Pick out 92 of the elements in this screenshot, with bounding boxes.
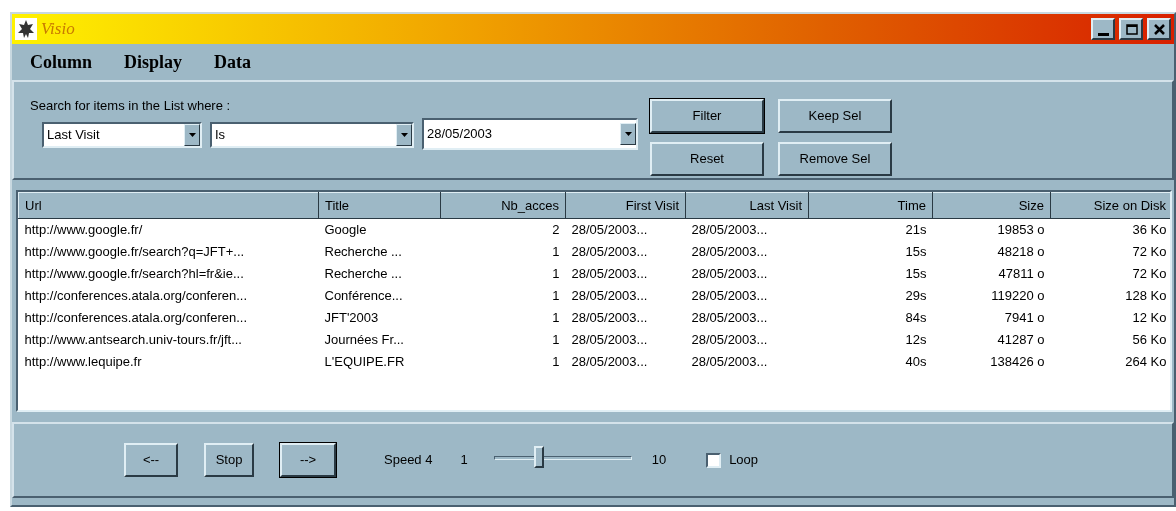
speed-label: Speed 4 xyxy=(384,451,433,470)
table-cell-text: 1 xyxy=(551,352,561,371)
table-cell-text: 48218 o xyxy=(996,242,1046,261)
table-cell-text: 128 Ko xyxy=(1124,286,1168,305)
table-cell-text: 41287 o xyxy=(996,330,1046,349)
table-cell-text: Conférence... xyxy=(323,286,404,305)
nav-button[interactable]: <-- xyxy=(124,443,178,477)
table-cell-text: http://www.google.fr/search?hl=fr&ie... xyxy=(23,264,245,283)
table-cell: 2 xyxy=(440,218,566,241)
table-cell: http://www.google.fr/ xyxy=(18,218,319,241)
column-header[interactable]: Size on Disk xyxy=(1050,192,1170,219)
table-cell-text: 28/05/2003... xyxy=(570,330,649,349)
maximize-icon xyxy=(1123,21,1139,37)
table-cell-text: 28/05/2003... xyxy=(690,264,769,283)
table-cell-text: 72 Ko xyxy=(1131,242,1168,261)
app-icon xyxy=(15,18,37,40)
value-dropdown[interactable]: 28/05/2003 xyxy=(422,117,638,150)
table-cell-text: 12s xyxy=(904,330,928,349)
table-cell-text: 28/05/2003... xyxy=(690,330,769,349)
table-cell-text: 28/05/2003... xyxy=(570,242,649,261)
close-button[interactable] xyxy=(1147,18,1171,40)
column-header[interactable]: Time xyxy=(808,192,933,219)
action-button[interactable]: Remove Sel xyxy=(778,141,892,176)
column-header[interactable]: Title xyxy=(318,192,441,219)
menu-item[interactable]: Display xyxy=(124,48,183,76)
table-cell-text: 28/05/2003... xyxy=(690,286,769,305)
table-cell-text: 29s xyxy=(904,286,928,305)
table-cell-text: 1 xyxy=(551,242,561,261)
table-cell-text: 84s xyxy=(904,308,928,327)
table-cell-text: 28/05/2003... xyxy=(690,352,769,371)
table-cell-text: 12 Ko xyxy=(1131,308,1168,327)
column-header[interactable]: Url xyxy=(18,192,319,219)
column-header[interactable]: First Visit xyxy=(565,192,686,219)
column-header[interactable]: Size xyxy=(932,192,1051,219)
table-cell-text: 28/05/2003... xyxy=(690,242,769,261)
table-cell: 21s xyxy=(808,218,933,241)
table-cell-text: 7941 o xyxy=(1003,308,1046,327)
maximize-button[interactable] xyxy=(1119,18,1143,40)
window-title: Visio xyxy=(41,18,75,41)
table-cell-text: JFT'2003 xyxy=(323,308,380,327)
table-cell: 28/05/2003... xyxy=(565,218,686,241)
loop-checkbox[interactable] xyxy=(706,452,722,468)
nav-button[interactable]: Stop xyxy=(204,443,254,477)
table-cell-text: 15s xyxy=(904,242,928,261)
table-cell-text: 1 xyxy=(551,330,561,349)
slider-min-label: 1 xyxy=(460,451,468,470)
action-button[interactable]: Keep Sel xyxy=(778,99,892,133)
table-cell-text: Journées Fr... xyxy=(323,330,405,349)
table-cell-text: 28/05/2003... xyxy=(570,352,649,371)
table-cell-text: 28/05/2003... xyxy=(690,308,769,327)
table-cell-text: 1 xyxy=(551,264,561,283)
table-cell: 19853 o xyxy=(932,218,1051,241)
table-cell-text: 138426 o xyxy=(989,352,1046,371)
table-cell-text: http://www.google.fr/search?q=JFT+... xyxy=(23,242,246,261)
table-cell-text: 15s xyxy=(904,264,928,283)
table-cell-text: 264 Ko xyxy=(1124,352,1168,371)
table-cell-text: http://conferences.atala.org/conferen... xyxy=(23,308,249,327)
table-cell-text: http://www.lequipe.fr xyxy=(23,352,143,371)
table-cell-text: 47811 o xyxy=(997,264,1046,283)
table-cell-text: Recherche ... xyxy=(323,264,403,283)
search-label: Search for items in the List where : xyxy=(30,97,232,115)
nav-button[interactable]: --> xyxy=(280,443,336,477)
table-cell-text: http://conferences.atala.org/conferen... xyxy=(23,286,249,305)
slider-max-label: 10 xyxy=(651,451,667,470)
table-cell: 28/05/2003... xyxy=(685,218,809,241)
menu-item[interactable]: Data xyxy=(214,48,252,76)
menu-item[interactable]: Column xyxy=(30,48,92,76)
operator-dropdown[interactable]: Is xyxy=(210,121,414,148)
table-cell-text: 40s xyxy=(904,352,928,371)
table-cell-text: 28/05/2003... xyxy=(570,308,649,327)
table-cell-text: 28/05/2003... xyxy=(570,286,649,305)
table-cell-text: 1 xyxy=(551,308,561,327)
table-cell-text: 28/05/2003... xyxy=(570,264,649,283)
table-cell-text: 56 Ko xyxy=(1131,330,1168,349)
loop-label: Loop xyxy=(729,451,759,470)
minimize-button[interactable] xyxy=(1091,18,1115,40)
table-cell: Google xyxy=(318,218,441,241)
column-header[interactable]: Last Visit xyxy=(685,192,809,219)
table-cell-text: Recherche ... xyxy=(323,242,403,261)
table-cell-text: 119220 o xyxy=(990,286,1046,305)
field-dropdown[interactable]: Last Visit xyxy=(42,121,202,148)
table-cell: 36 Ko xyxy=(1050,218,1170,241)
table-cell-text: 72 Ko xyxy=(1131,264,1168,283)
column-header[interactable]: Nb_acces xyxy=(440,192,566,219)
slider-thumb[interactable] xyxy=(534,446,545,468)
action-button[interactable]: Reset xyxy=(650,141,764,176)
action-button[interactable]: Filter xyxy=(650,99,764,133)
table-cell-text: 1 xyxy=(551,286,561,305)
table-cell-text: http://www.antsearch.univ-tours.fr/jft... xyxy=(23,330,243,349)
close-icon xyxy=(1151,21,1167,37)
table-cell-text: L'EQUIPE.FR xyxy=(323,352,406,371)
minimize-icon xyxy=(1097,32,1109,36)
